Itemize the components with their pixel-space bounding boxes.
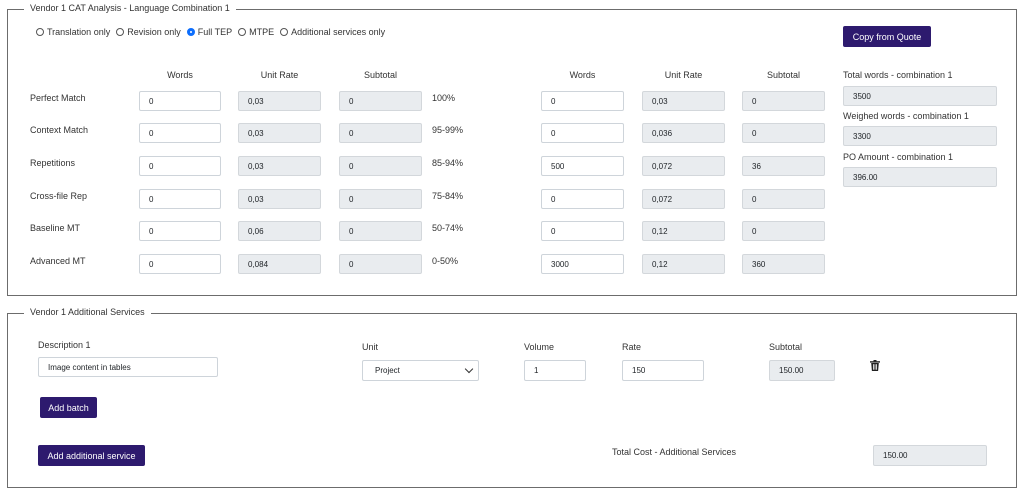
row-label: Advanced MT xyxy=(30,256,86,266)
description-label: Description 1 xyxy=(38,340,91,350)
right-subtotal-field[interactable]: 360 xyxy=(742,254,825,274)
match-band-label: 100% xyxy=(432,93,456,103)
left-words-input[interactable]: 0 xyxy=(139,221,221,241)
po-amount-field[interactable]: 396.00 xyxy=(843,167,997,187)
rate-label: Rate xyxy=(622,342,642,352)
right-subtotal-field[interactable]: 0 xyxy=(742,91,825,111)
row-label: Cross-file Rep xyxy=(30,191,88,201)
row-label: Perfect Match xyxy=(30,93,86,103)
left-unit-rate-field[interactable]: 0,03 xyxy=(238,156,321,176)
right-unit-rate-field[interactable]: 0,03 xyxy=(642,91,725,111)
volume-input[interactable]: 1 xyxy=(524,360,586,381)
left-unit-rate-field[interactable]: 0,06 xyxy=(238,221,321,241)
right-words-header: Words xyxy=(569,70,596,80)
left-words-input[interactable]: 0 xyxy=(139,254,221,274)
trash-icon[interactable] xyxy=(870,360,880,371)
weighed-words-label: Weighed words - combination 1 xyxy=(843,111,969,121)
service-subtotal-field[interactable]: 150.00 xyxy=(769,360,835,381)
match-band-label: 85-94% xyxy=(432,158,464,168)
left-subtotal-field[interactable]: 0 xyxy=(339,189,422,209)
row-label: Baseline MT xyxy=(30,223,81,233)
service-subtotal-label: Subtotal xyxy=(769,342,803,352)
left-subtotal-field[interactable]: 0 xyxy=(339,254,422,274)
total-words-field[interactable]: 3500 xyxy=(843,86,997,106)
right-unit-rate-header: Unit Rate xyxy=(664,70,703,80)
radio-translation-only[interactable]: Translation only xyxy=(36,27,110,37)
left-subtotal-field[interactable]: 0 xyxy=(339,123,422,143)
radio-icon xyxy=(238,28,247,36)
additional-services-legend: Vendor 1 Additional Services xyxy=(24,307,151,317)
left-words-input[interactable]: 0 xyxy=(139,189,221,209)
radio-additional-services-only[interactable]: Additional services only xyxy=(280,27,385,37)
unit-select-value: Project xyxy=(375,366,400,375)
right-unit-rate-field[interactable]: 0,072 xyxy=(642,156,725,176)
right-unit-rate-field[interactable]: 0,12 xyxy=(642,221,725,241)
total-cost-field[interactable]: 150.00 xyxy=(873,445,987,466)
cat-analysis-legend: Vendor 1 CAT Analysis - Language Combina… xyxy=(24,3,236,13)
right-unit-rate-field[interactable]: 0,12 xyxy=(642,254,725,274)
left-unit-rate-field[interactable]: 0,084 xyxy=(238,254,321,274)
left-subtotal-field[interactable]: 0 xyxy=(339,156,422,176)
left-words-input[interactable]: 0 xyxy=(139,91,221,111)
right-words-input[interactable]: 0 xyxy=(541,91,624,111)
add-batch-button[interactable]: Add batch xyxy=(40,397,97,418)
radio-mtpe[interactable]: MTPE xyxy=(238,27,274,37)
left-words-header: Words xyxy=(167,70,193,80)
radio-icon xyxy=(36,28,44,36)
unit-select[interactable]: Project xyxy=(362,360,479,381)
right-words-input[interactable]: 0 xyxy=(541,221,624,241)
row-label: Context Match xyxy=(30,125,89,135)
left-subtotal-field[interactable]: 0 xyxy=(339,91,422,111)
right-words-input[interactable]: 0 xyxy=(541,189,624,209)
left-unit-rate-header: Unit Rate xyxy=(260,70,299,80)
total-cost-label: Total Cost - Additional Services xyxy=(612,447,737,457)
match-band-label: 95-99% xyxy=(432,125,464,135)
right-words-input[interactable]: 0 xyxy=(541,123,624,143)
copy-from-quote-button[interactable]: Copy from Quote xyxy=(843,26,931,47)
right-unit-rate-field[interactable]: 0,036 xyxy=(642,123,725,143)
left-unit-rate-field[interactable]: 0,03 xyxy=(238,123,321,143)
add-additional-service-button[interactable]: Add additional service xyxy=(38,445,145,466)
left-unit-rate-field[interactable]: 0,03 xyxy=(238,91,321,111)
left-words-input[interactable]: 0 xyxy=(139,156,221,176)
total-words-label: Total words - combination 1 xyxy=(843,70,953,80)
unit-label: Unit xyxy=(362,342,379,352)
chevron-down-icon xyxy=(464,364,474,374)
radio-revision-only[interactable]: Revision only xyxy=(116,27,181,37)
po-amount-label: PO Amount - combination 1 xyxy=(843,152,954,162)
weighed-words-field[interactable]: 3300 xyxy=(843,126,997,146)
radio-full-tep[interactable]: Full TEP xyxy=(186,27,232,37)
left-subtotal-header: Subtotal xyxy=(363,70,398,80)
right-subtotal-field[interactable]: 0 xyxy=(742,221,825,241)
right-words-input[interactable]: 500 xyxy=(541,156,624,176)
radio-icon xyxy=(116,28,125,36)
right-words-input[interactable]: 3000 xyxy=(541,254,624,274)
left-subtotal-field[interactable]: 0 xyxy=(339,221,422,241)
volume-label: Volume xyxy=(524,342,555,352)
left-unit-rate-field[interactable]: 0,03 xyxy=(238,189,321,209)
service-type-radio-group: Translation only Revision only Full TEP … xyxy=(36,27,391,37)
additional-services-panel xyxy=(7,313,1017,488)
right-subtotal-header: Subtotal xyxy=(766,70,801,80)
right-subtotal-field[interactable]: 0 xyxy=(742,123,825,143)
row-label: Repetitions xyxy=(30,158,76,168)
right-subtotal-field[interactable]: 0 xyxy=(742,189,825,209)
match-band-label: 75-84% xyxy=(432,191,464,201)
right-unit-rate-field[interactable]: 0,072 xyxy=(642,189,725,209)
rate-input[interactable]: 150 xyxy=(622,360,704,381)
description-input[interactable]: Image content in tables xyxy=(38,357,218,377)
match-band-label: 0-50% xyxy=(432,256,459,266)
radio-icon xyxy=(280,28,289,36)
left-words-input[interactable]: 0 xyxy=(139,123,221,143)
match-band-label: 50-74% xyxy=(432,223,464,233)
radio-checked-icon xyxy=(186,28,195,36)
right-subtotal-field[interactable]: 36 xyxy=(742,156,825,176)
